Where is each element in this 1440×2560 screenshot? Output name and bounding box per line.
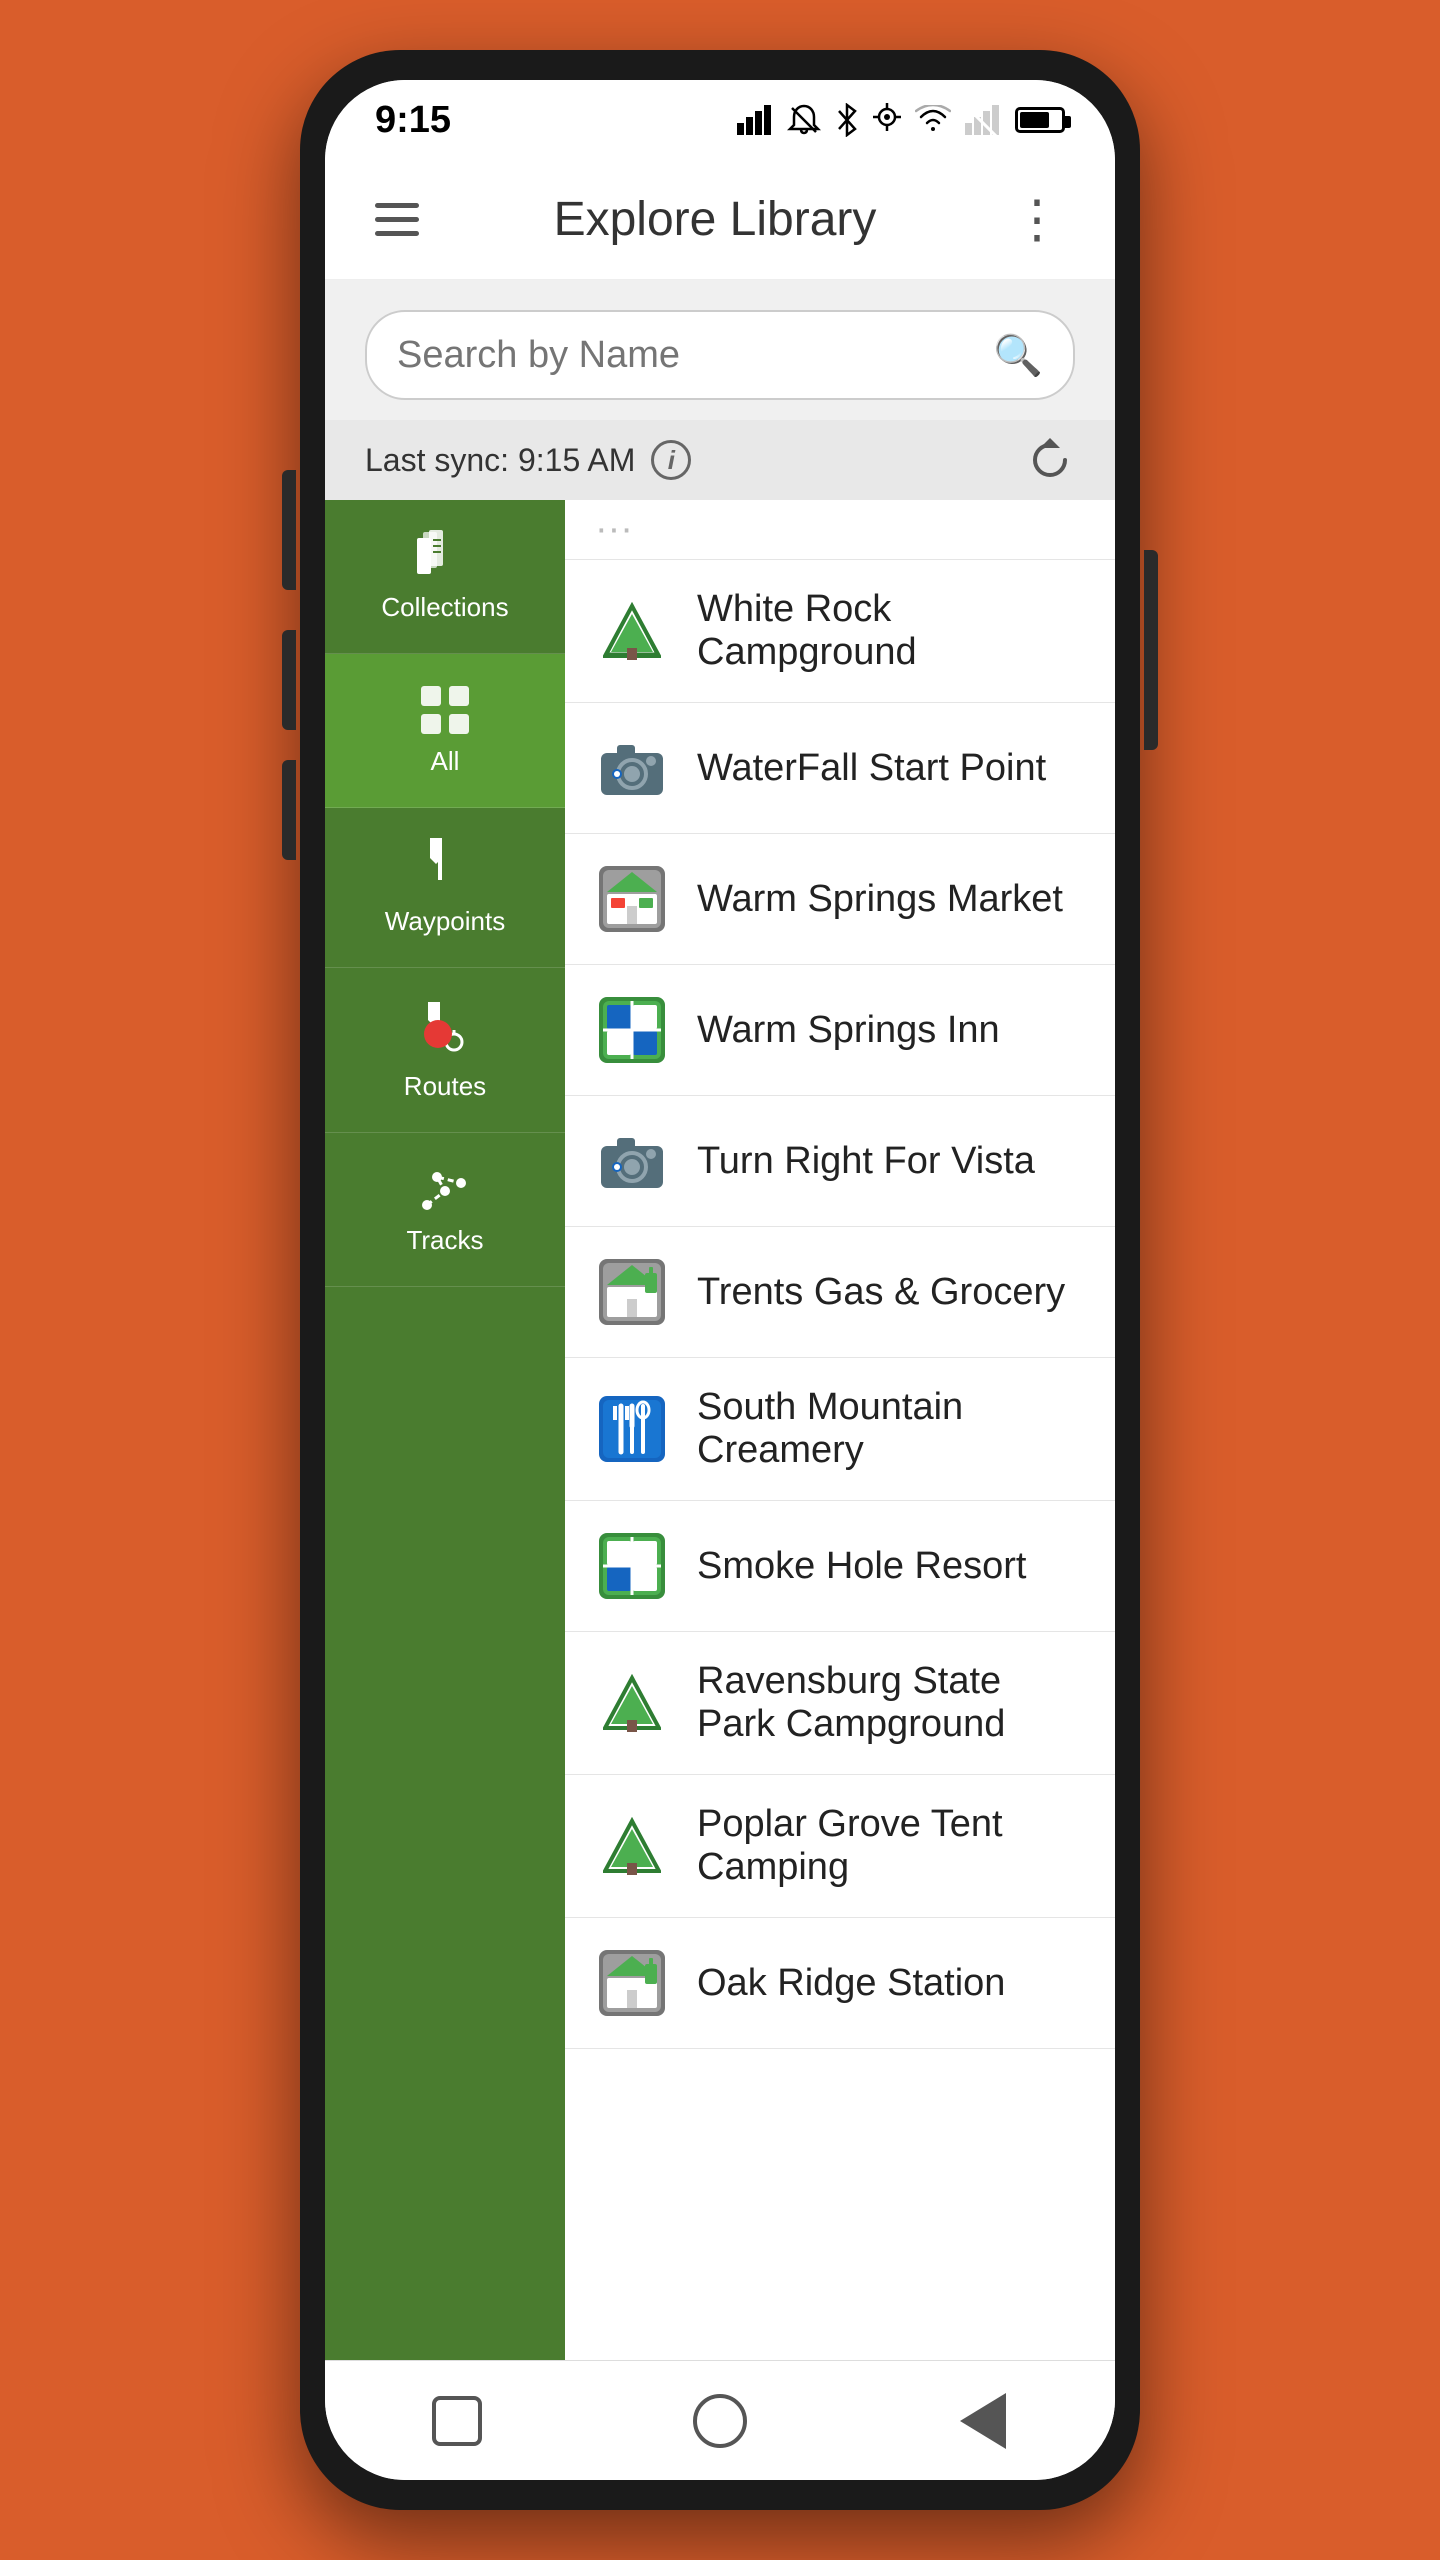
item-name: Turn Right For Vista (697, 1140, 1035, 1183)
nav-bar (325, 2360, 1115, 2480)
item-icon-camera (595, 731, 669, 805)
item-name: White Rock Campground (697, 588, 1085, 674)
location-icon (873, 103, 901, 137)
status-icons (737, 103, 1065, 137)
status-time: 9:15 (375, 99, 451, 142)
home-icon (693, 2394, 747, 2448)
more-options-button[interactable]: ⋮ (1011, 194, 1065, 246)
sidebar-item-tracks[interactable]: Tracks (325, 1133, 565, 1287)
recent-apps-icon (432, 2396, 482, 2446)
item-icon-campground (595, 594, 669, 668)
list-item[interactable]: Smoke Hole Resort (565, 1501, 1115, 1632)
sidebar-item-collections[interactable]: Collections (325, 500, 565, 654)
app-bar: Explore Library ⋮ (325, 160, 1115, 280)
sync-text: Last sync: 9:15 AM (365, 442, 635, 479)
search-box[interactable]: 🔍 (365, 310, 1075, 400)
item-name: Trents Gas & Grocery (697, 1271, 1065, 1314)
search-icon[interactable]: 🔍 (993, 332, 1043, 379)
list-item[interactable]: Warm Springs Inn (565, 965, 1115, 1096)
waypoints-label: Waypoints (385, 906, 505, 937)
collections-icon (417, 530, 473, 582)
status-bar: 9:15 (325, 80, 1115, 160)
sync-info: Last sync: 9:15 AM i (365, 440, 691, 480)
list-item[interactable]: Poplar Grove Tent Camping (565, 1775, 1115, 1918)
item-name: Smoke Hole Resort (697, 1545, 1026, 1588)
item-icon-gas-2 (595, 1946, 669, 2020)
item-icon-store (595, 862, 669, 936)
item-name: Warm Springs Market (697, 878, 1063, 921)
list-item[interactable]: Oak Ridge Station (565, 1918, 1115, 2049)
list-item[interactable]: Trents Gas & Grocery (565, 1227, 1115, 1358)
signal-icon (737, 105, 773, 135)
recent-apps-button[interactable] (422, 2386, 492, 2456)
sync-bar: Last sync: 9:15 AM i (325, 420, 1115, 500)
waypoints-icon (420, 838, 470, 896)
battery-icon (1015, 107, 1065, 133)
list-item[interactable]: South Mountain Creamery (565, 1358, 1115, 1501)
item-icon-campground-2 (595, 1666, 669, 1740)
list-item[interactable]: Ravensburg State Park Campground (565, 1632, 1115, 1775)
item-name: Warm Springs Inn (697, 1009, 1000, 1052)
menu-line-1 (375, 203, 419, 208)
main-content: Collections All (325, 500, 1115, 2360)
item-icon-gas (595, 1255, 669, 1329)
app-title: Explore Library (554, 192, 877, 247)
tracks-icon (417, 1163, 473, 1215)
item-icon-resort (595, 1529, 669, 1603)
wifi-icon (915, 105, 951, 135)
list-area: ··· White Rock Campground (565, 500, 1115, 2360)
list-item[interactable]: Turn Right For Vista (565, 1096, 1115, 1227)
phone-frame: 9:15 (300, 50, 1140, 2510)
list-item[interactable]: White Rock Campground (565, 560, 1115, 703)
item-icon-inn (595, 993, 669, 1067)
item-icon-restaurant (595, 1392, 669, 1466)
item-name: South Mountain Creamery (697, 1386, 1085, 1472)
item-name: WaterFall Start Point (697, 747, 1046, 790)
phone-screen: 9:15 (325, 80, 1115, 2480)
sidebar-item-waypoints[interactable]: Waypoints (325, 808, 565, 968)
search-input[interactable] (397, 334, 993, 377)
bluetooth-icon (835, 103, 859, 137)
menu-line-3 (375, 231, 419, 236)
info-button[interactable]: i (651, 440, 691, 480)
search-area: 🔍 (325, 280, 1115, 420)
hamburger-menu-button[interactable] (375, 203, 419, 236)
sidebar-item-all[interactable]: All (325, 654, 565, 808)
partial-list-item: ··· (565, 500, 1115, 560)
collections-label: Collections (381, 592, 508, 623)
volume-down-button[interactable] (282, 760, 296, 860)
item-name: Ravensburg State Park Campground (697, 1660, 1085, 1746)
notification-muted-icon (787, 103, 821, 137)
volume-up-button[interactable] (282, 630, 296, 730)
list-item[interactable]: WaterFall Start Point (565, 703, 1115, 834)
all-icon (419, 684, 471, 736)
item-name: Oak Ridge Station (697, 1962, 1005, 2005)
no-signal-icon (965, 105, 1001, 135)
item-name: Poplar Grove Tent Camping (697, 1803, 1085, 1889)
sidebar: Collections All (325, 500, 565, 2360)
menu-line-2 (375, 217, 419, 222)
routes-badge (424, 1020, 452, 1048)
item-icon-camera-2 (595, 1124, 669, 1198)
item-icon-campground-3 (595, 1809, 669, 1883)
sidebar-item-routes[interactable]: Routes (325, 968, 565, 1133)
home-button[interactable] (685, 2386, 755, 2456)
all-label: All (431, 746, 460, 777)
routes-label: Routes (404, 1071, 486, 1102)
back-button[interactable] (948, 2386, 1018, 2456)
list-item[interactable]: Warm Springs Market (565, 834, 1115, 965)
refresh-button[interactable] (1025, 435, 1075, 485)
tracks-label: Tracks (406, 1225, 483, 1256)
back-icon (960, 2393, 1006, 2449)
